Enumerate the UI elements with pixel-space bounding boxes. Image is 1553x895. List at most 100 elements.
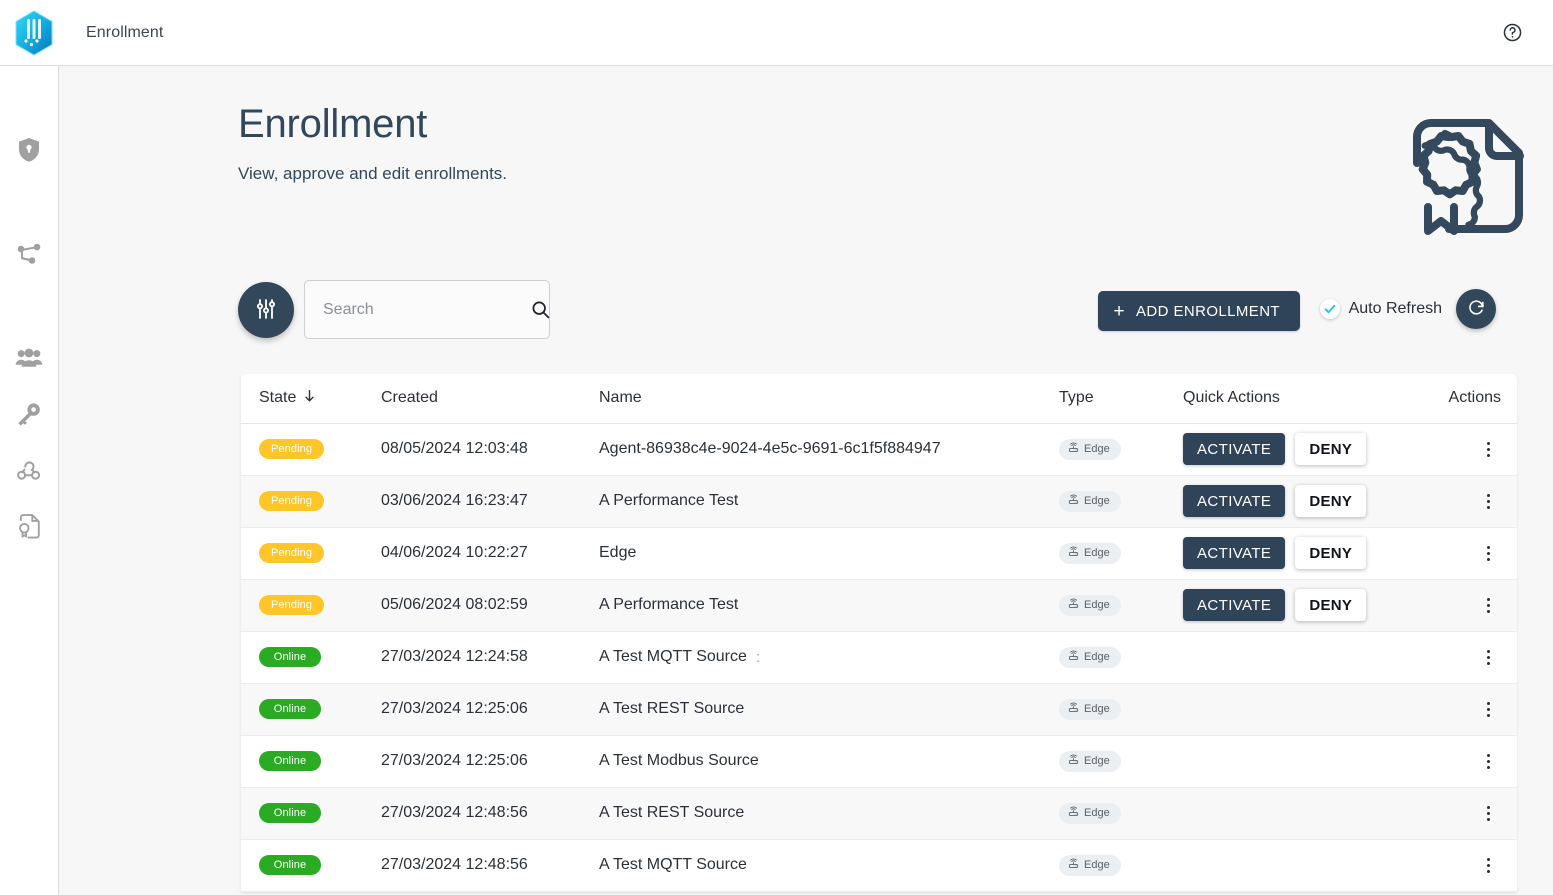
cell-name: Agent-86938c4e-9024-4e5c-9691-6c1f5f8849… [599, 423, 1059, 475]
type-chip-label: Edge [1084, 807, 1110, 819]
cell-name: A Test MQTT Source: [599, 631, 1059, 683]
row-name-label: A Performance Test [599, 492, 739, 509]
type-chip-label: Edge [1084, 443, 1110, 455]
deny-button[interactable]: DENY [1295, 589, 1367, 621]
column-header-created[interactable]: Created [381, 374, 599, 424]
cell-quick-actions: ACTIVATE DENY [1183, 527, 1421, 579]
add-enrollment-button[interactable]: + ADD ENROLLMENT [1097, 291, 1300, 331]
cell-created: 27/03/2024 12:25:06 [381, 700, 528, 717]
filter-button[interactable] [238, 282, 294, 338]
table-row[interactable]: Online 27/03/2024 12:25:06 A Test REST S… [241, 683, 1517, 735]
search-box[interactable] [304, 280, 550, 339]
row-menu-button[interactable] [1475, 748, 1501, 774]
sidebar-item-connections[interactable] [0, 230, 58, 278]
row-menu-button[interactable] [1475, 488, 1501, 514]
deny-button[interactable]: DENY [1295, 433, 1367, 465]
row-menu-button[interactable] [1475, 696, 1501, 722]
row-menu-button[interactable] [1475, 592, 1501, 618]
activate-button[interactable]: ACTIVATE [1183, 433, 1286, 465]
page-subtitle: View, approve and edit enrollments. [238, 164, 508, 183]
column-header-quick-actions: Quick Actions [1183, 374, 1421, 424]
table-row[interactable]: Pending 04/06/2024 10:22:27 Edge Edge AC… [241, 527, 1517, 579]
certificate-document-icon [17, 513, 42, 539]
row-menu-button[interactable] [1475, 436, 1501, 462]
sidebar-item-webhooks[interactable] [0, 446, 58, 494]
sidebar-item-security[interactable] [0, 126, 58, 174]
table-row[interactable]: Online 27/03/2024 12:48:56 A Test MQTT S… [241, 839, 1517, 891]
refresh-icon [1467, 298, 1486, 320]
router-edge-icon [1068, 754, 1079, 768]
cell-state: Pending [241, 579, 381, 631]
activate-button[interactable]: ACTIVATE [1183, 589, 1286, 621]
cell-created: 27/03/2024 12:25:06 [381, 752, 528, 769]
type-chip-label: Edge [1084, 547, 1110, 559]
row-name-label: Agent-86938c4e-9024-4e5c-9691-6c1f5f8849… [599, 440, 941, 457]
cell-state: Online [241, 839, 381, 891]
column-header-type[interactable]: Type [1059, 374, 1183, 424]
cell-created: 04/06/2024 10:22:27 [381, 544, 528, 561]
table-row[interactable]: Pending 08/05/2024 12:03:48 Agent-86938c… [241, 423, 1517, 475]
row-name-label: A Test MQTT Source [599, 856, 747, 873]
column-header-state[interactable]: State [241, 374, 381, 424]
app-title: Enrollment [86, 23, 164, 41]
row-menu-button[interactable] [1475, 540, 1501, 566]
cell-quick-actions: ACTIVATE DENY [1183, 475, 1421, 527]
cell-created: 27/03/2024 12:48:56 [381, 856, 528, 873]
type-chip-label: Edge [1084, 495, 1110, 507]
sidebar-item-users[interactable] [0, 334, 58, 382]
cell-quick-actions [1183, 839, 1421, 891]
hexagon-brand-logo[interactable] [12, 9, 56, 57]
arrow-down-icon [303, 389, 316, 408]
column-header-actions: Actions [1421, 374, 1517, 424]
row-name-label: A Test REST Source [599, 804, 745, 821]
table-row[interactable]: Pending 05/06/2024 08:02:59 A Performanc… [241, 579, 1517, 631]
plus-icon: + [1113, 300, 1126, 322]
cell-created: 27/03/2024 12:24:58 [381, 648, 528, 665]
table-row[interactable]: Online 27/03/2024 12:25:06 A Test Modbus… [241, 735, 1517, 787]
cell-name: A Performance Test [599, 579, 1059, 631]
cell-actions [1421, 527, 1517, 579]
sidebar-item-enrollment[interactable] [0, 502, 58, 550]
status-badge: Pending [259, 543, 325, 563]
deny-button[interactable]: DENY [1295, 537, 1367, 569]
cell-actions [1421, 579, 1517, 631]
cell-name: A Test Modbus Source [599, 735, 1059, 787]
refresh-button[interactable] [1456, 289, 1496, 329]
type-chip: Edge [1059, 542, 1121, 564]
cell-type: Edge [1059, 683, 1183, 735]
cell-type: Edge [1059, 631, 1183, 683]
check-icon[interactable] [1319, 299, 1340, 319]
search-icon[interactable] [530, 299, 551, 320]
status-badge: Online [259, 855, 321, 875]
help-circle-icon[interactable] [1500, 21, 1524, 45]
table-row[interactable]: Online 27/03/2024 12:48:56 A Test REST S… [241, 787, 1517, 839]
router-edge-icon [1068, 858, 1079, 872]
table-row[interactable]: Pending 03/06/2024 16:23:47 A Performanc… [241, 475, 1517, 527]
rosette-seal-icon [1418, 130, 1481, 199]
cell-actions [1421, 787, 1517, 839]
cell-created: 03/06/2024 16:23:47 [381, 492, 528, 509]
page-title: Enrollment [238, 102, 428, 146]
type-chip-label: Edge [1084, 859, 1110, 871]
status-badge: Pending [259, 439, 325, 459]
cell-type: Edge [1059, 735, 1183, 787]
auto-refresh-toggle[interactable]: Auto Refresh [1319, 299, 1442, 319]
sidebar-item-credentials[interactable] [0, 390, 58, 438]
cell-state: Online [241, 631, 381, 683]
type-chip: Edge [1059, 646, 1121, 668]
deny-button[interactable]: DENY [1295, 485, 1367, 517]
activate-button[interactable]: ACTIVATE [1183, 537, 1286, 569]
column-header-name[interactable]: Name [599, 374, 1059, 424]
row-menu-button[interactable] [1475, 852, 1501, 878]
table-row[interactable]: Online 27/03/2024 12:24:58 A Test MQTT S… [241, 631, 1517, 683]
row-name-label: A Test MQTT Source [599, 648, 747, 665]
table-body: Pending 08/05/2024 12:03:48 Agent-86938c… [241, 423, 1517, 891]
cell-state: Pending [241, 475, 381, 527]
main-content: Enrollment View, approve and edit enroll… [59, 66, 1553, 895]
row-menu-button[interactable] [1475, 800, 1501, 826]
search-input[interactable] [323, 300, 530, 319]
router-edge-icon [1068, 546, 1079, 560]
activate-button[interactable]: ACTIVATE [1183, 485, 1286, 517]
cell-created: 08/05/2024 12:03:48 [381, 440, 528, 457]
row-menu-button[interactable] [1475, 644, 1501, 670]
